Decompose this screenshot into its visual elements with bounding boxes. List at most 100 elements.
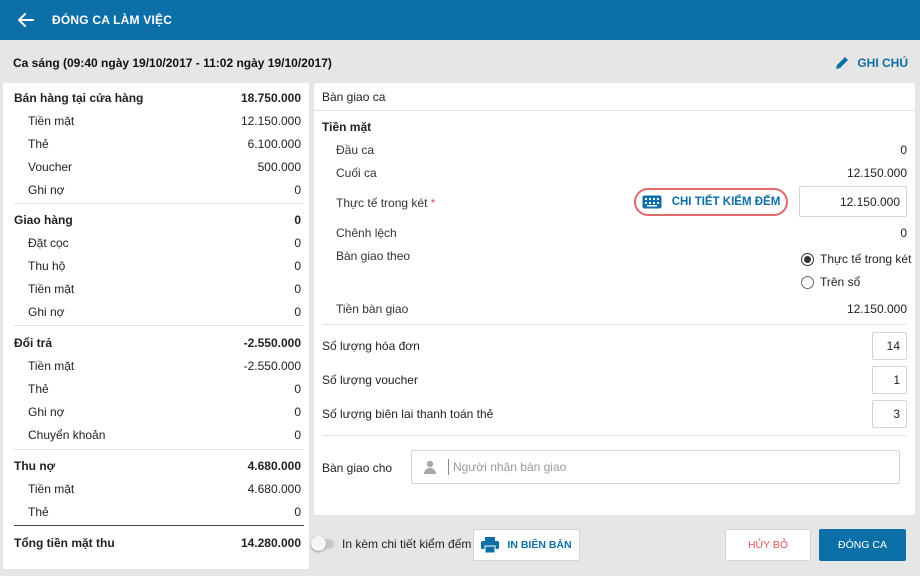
item-label: Tiền mặt <box>28 481 75 496</box>
item-value: 0 <box>294 281 301 296</box>
list-item: Thẻ 6.100.000 <box>3 132 309 155</box>
item-value: 0 <box>294 404 301 419</box>
list-item: Tiền mặt -2.550.000 <box>3 354 309 377</box>
summary-value: 4.680.000 <box>247 458 301 473</box>
voucher-count-input[interactable]: 1 <box>872 366 907 394</box>
print-report-button[interactable]: IN BIÊN BẢN <box>473 529 580 561</box>
item-label: Thu hộ <box>28 258 66 273</box>
item-value: 12.150.000 <box>240 113 301 128</box>
returns-row: Đổi trả -2.550.000 <box>3 331 309 354</box>
page-title: ĐÓNG CA LÀM VIỆC <box>52 13 173 27</box>
print-label: IN BIÊN BẢN <box>507 539 572 551</box>
opening-label: Đầu ca <box>336 143 375 157</box>
list-item: Thẻ 0 <box>3 500 309 523</box>
toggle-switch[interactable] <box>311 536 334 551</box>
summary-value: 0 <box>294 212 301 227</box>
summary-label: Đổi trả <box>14 335 53 350</box>
divider <box>14 525 304 526</box>
list-item: Ghi nợ 0 <box>3 300 309 323</box>
item-label: Ghi nợ <box>28 182 65 197</box>
item-value: 0 <box>294 304 301 319</box>
item-value: 0 <box>294 182 301 197</box>
closing-label: Cuối ca <box>336 166 377 180</box>
list-item: Tiền mặt 4.680.000 <box>3 477 309 500</box>
summary-label: Thu nợ <box>14 458 56 473</box>
actual-cash-input[interactable]: 12.150.000 <box>799 186 907 217</box>
count-detail-button[interactable]: CHI TIẾT KIỂM ĐẾM <box>634 188 788 216</box>
summary-value: 18.750.000 <box>240 90 301 105</box>
actual-cash-label-text: Thực tế trong két <box>336 196 428 210</box>
item-label: Chuyển khoản <box>28 427 106 442</box>
opening-value: 0 <box>900 143 907 157</box>
handover-amount-value: 12.150.000 <box>846 302 907 316</box>
item-label: Thẻ <box>28 381 49 396</box>
summary-label: Bán hàng tại cửa hàng <box>14 90 144 105</box>
total-cash-row: Tổng tiền mặt thu 14.280.000 <box>3 531 309 554</box>
item-value: 0 <box>294 258 301 273</box>
voucher-count-label: Số lượng voucher <box>322 373 418 387</box>
shift-summary-panel: Bán hàng tại cửa hàng 18.750.000 Tiền mặt… <box>3 83 309 569</box>
item-value: 6.100.000 <box>247 136 301 151</box>
arrow-left-icon <box>18 13 34 27</box>
count-detail-label: CHI TIẾT KIỂM ĐẾM <box>671 196 781 208</box>
calculator-icon <box>642 195 662 209</box>
list-item: Thẻ 0 <box>3 377 309 400</box>
note-button[interactable]: GHI CHÚ <box>835 56 908 70</box>
divider <box>322 324 907 325</box>
radio-label: Trên sổ <box>820 275 861 289</box>
store-sales-row: Bán hàng tại cửa hàng 18.750.000 <box>3 86 309 109</box>
delivery-row: Giao hàng 0 <box>3 208 309 231</box>
list-item: Chuyển khoản 0 <box>3 423 309 446</box>
item-label: Tiền mặt <box>28 358 75 373</box>
item-label: Ghi nợ <box>28 304 65 319</box>
item-label: Đặt cọc <box>28 235 69 250</box>
handover-by-label: Bàn giao theo <box>336 249 411 263</box>
handover-to-label: Bàn giao cho <box>322 461 393 475</box>
app-header: ĐÓNG CA LÀM VIỆC <box>0 0 920 40</box>
receiver-field[interactable] <box>411 450 900 484</box>
card-receipt-count-input[interactable]: 3 <box>872 400 907 428</box>
list-item: Tiền mặt 12.150.000 <box>3 109 309 132</box>
invoice-count-input[interactable]: 14 <box>872 332 907 360</box>
list-item: Ghi nợ 0 <box>3 400 309 423</box>
item-label: Thẻ <box>28 504 49 519</box>
note-button-label: GHI CHÚ <box>857 56 908 70</box>
list-item: Tiền mặt 0 <box>3 277 309 300</box>
close-shift-button[interactable]: ĐÓNG CA <box>819 529 906 561</box>
item-label: Tiền mặt <box>28 281 75 296</box>
item-label: Tiền mặt <box>28 113 75 128</box>
summary-value: 14.280.000 <box>240 535 301 550</box>
item-value: -2.550.000 <box>243 358 301 373</box>
invoice-count-label: Số lượng hóa đơn <box>322 339 420 353</box>
pencil-icon <box>836 57 849 69</box>
summary-value: -2.550.000 <box>243 335 301 350</box>
divider <box>322 435 907 436</box>
card-receipt-count-label: Số lượng biên lai thanh toán thẻ <box>322 407 494 421</box>
cancel-button[interactable]: HỦY BỎ <box>725 529 811 561</box>
list-item: Đặt cọc 0 <box>3 231 309 254</box>
debt-collection-row: Thu nợ 4.680.000 <box>3 454 309 477</box>
receiver-input[interactable] <box>448 459 899 475</box>
list-item: Voucher 500.000 <box>3 155 309 178</box>
handover-panel: Bàn giao ca Tiền mặt Đầu ca 0 Cuối ca 12… <box>314 83 915 515</box>
item-value: 0 <box>294 427 301 442</box>
back-button[interactable] <box>0 0 52 40</box>
radio-book-value[interactable]: Trên sổ <box>801 275 860 289</box>
radio-label: Thực tế trong két <box>820 252 912 266</box>
required-mark: * <box>430 196 436 210</box>
summary-label: Tổng tiền mặt thu <box>14 535 115 550</box>
handover-amount-label: Tiền bàn giao <box>336 302 409 316</box>
printer-icon <box>481 537 500 553</box>
closing-value: 12.150.000 <box>846 166 907 180</box>
list-item: Thu hộ 0 <box>3 254 309 277</box>
handover-title: Bàn giao ca <box>314 83 915 111</box>
item-value: 0 <box>294 235 301 250</box>
list-item: Ghi nợ 0 <box>3 178 309 201</box>
divider <box>14 449 304 450</box>
include-detail-toggle[interactable]: In kèm chi tiết kiểm đếm <box>311 536 471 551</box>
radio-actual-cash[interactable]: Thực tế trong két <box>801 252 911 266</box>
divider <box>14 203 304 204</box>
item-value: 4.680.000 <box>247 481 301 496</box>
radio-selected-icon <box>801 252 814 266</box>
item-value: 0 <box>294 504 301 519</box>
